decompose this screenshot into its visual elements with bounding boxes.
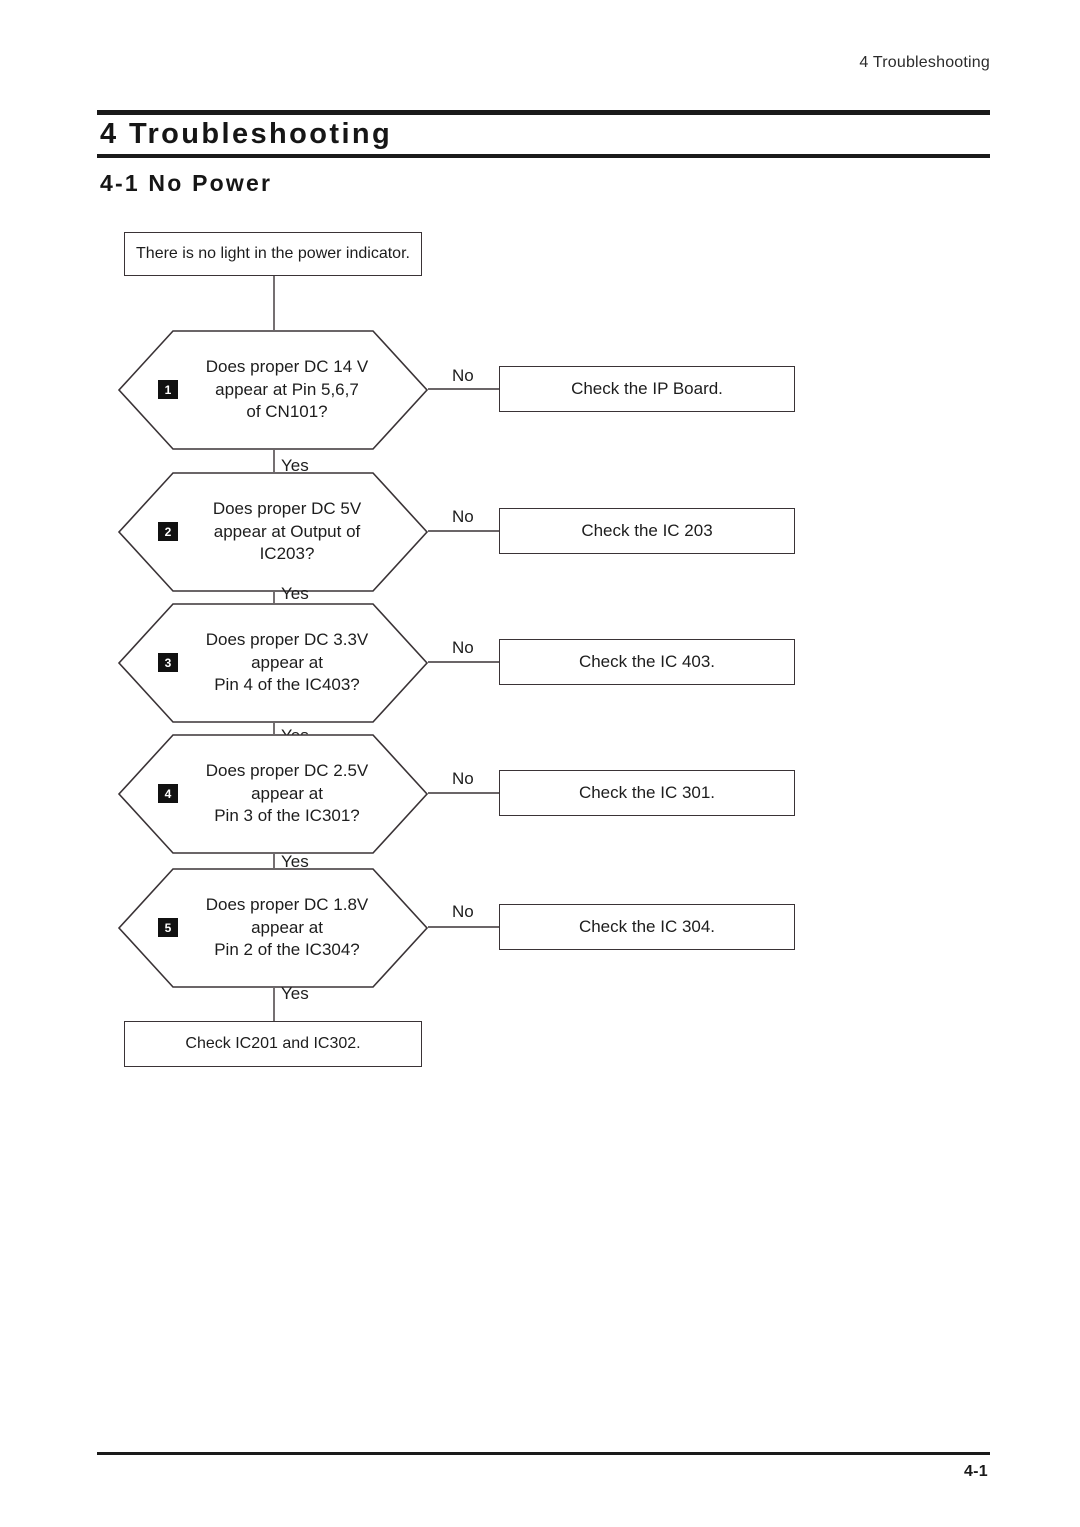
decision-5-line1: Does proper DC 1.8V [205,895,369,915]
edge-label-no-3: No [452,638,474,657]
edge-label-yes-5: Yes [281,984,309,1003]
decision-node-1: Does proper DC 14 V appear at Pin 5,6,7 … [117,330,429,450]
decision-2-line3: IC203? [259,544,315,564]
decision-node-2: Does proper DC 5V appear at Output of IC… [117,472,429,592]
action-box-3: Check the IC 403. [499,639,795,685]
decision-1-line3: of CN101? [246,402,328,422]
action-box-1: Check the IP Board. [499,366,795,412]
decision-3-line1: Does proper DC 3.3V [205,630,369,650]
action-box-2: Check the IC 203 [499,508,795,554]
edge-label-no-4: No [452,769,474,788]
decision-4-line3: Pin 3 of the IC301? [214,806,360,826]
decision-3-badge: 3 [158,653,178,672]
decision-5-badge: 5 [158,918,178,937]
decision-5-line2: appear at [251,917,323,937]
decision-4-line2: appear at [251,783,323,803]
footer-rule [97,1452,990,1455]
footer-page-number: 4-1 [963,1463,988,1480]
decision-2-line1: Does proper DC 5V [212,499,362,519]
decision-1-line1: Does proper DC 14 V [205,357,369,377]
action-box-4: Check the IC 301. [499,770,795,816]
edge-label-no-1: No [452,366,474,385]
edge-label-no-2: No [452,507,474,526]
decision-4-line1: Does proper DC 2.5V [205,761,369,781]
edge-label-yes-2: Yes [281,584,309,603]
decision-4-badge: 4 [158,784,178,803]
decision-2-line2: appear at Output of [213,521,361,541]
flow-end-box: Check IC201 and IC302. [124,1021,422,1067]
decision-node-3: Does proper DC 3.3V appear at Pin 4 of t… [117,603,429,723]
decision-node-5: Does proper DC 1.8V appear at Pin 2 of t… [117,868,429,988]
decision-node-4: Does proper DC 2.5V appear at Pin 3 of t… [117,734,429,854]
decision-1-line2: appear at Pin 5,6,7 [215,379,359,399]
decision-3-line2: appear at [251,652,323,672]
action-box-5: Check the IC 304. [499,904,795,950]
decision-3-line3: Pin 4 of the IC403? [214,675,360,695]
edge-label-no-5: No [452,902,474,921]
flow-start-box: There is no light in the power indicator… [124,232,422,276]
decision-5-line3: Pin 2 of the IC304? [214,940,360,960]
decision-2-badge: 2 [158,522,178,541]
decision-1-badge: 1 [158,380,178,399]
troubleshooting-flowchart: There is no light in the power indicator… [0,0,1080,1150]
